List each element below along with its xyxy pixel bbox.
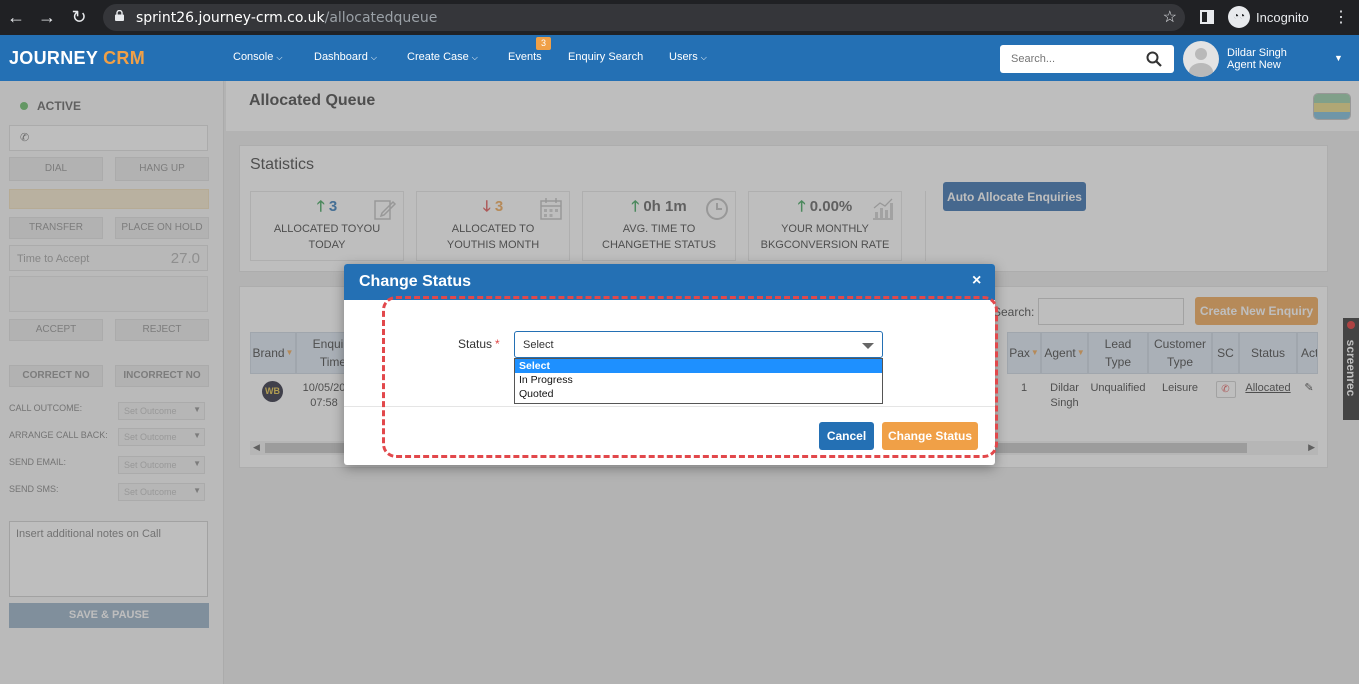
incognito-indicator[interactable]: ◔◔ Incognito xyxy=(1228,6,1309,28)
events-badge: 3 xyxy=(536,37,551,50)
user-role: Agent New xyxy=(1227,59,1281,71)
incognito-icon: ◔◔ xyxy=(1228,6,1250,28)
menu-enquiry-search[interactable]: Enquiry Search xyxy=(568,51,643,63)
highlight-annotation xyxy=(382,296,998,458)
chevron-down-icon: ⌵ xyxy=(370,53,377,62)
address-bar[interactable]: sprint26.journey-crm.co.uk/allocatedqueu… xyxy=(103,4,1185,31)
modal-header: Change Status × xyxy=(344,264,995,300)
menu-dashboard[interactable]: Dashboard ⌵ xyxy=(314,51,377,63)
incognito-label: Incognito xyxy=(1256,9,1309,25)
header-search xyxy=(1000,45,1174,73)
user-name: Dildar Singh xyxy=(1227,47,1287,59)
reload-icon[interactable]: ↻ xyxy=(69,7,89,28)
header-search-input[interactable] xyxy=(1000,45,1140,73)
browser-toolbar: ← → ↻ sprint26.journey-crm.co.uk/allocat… xyxy=(0,0,1359,35)
avatar[interactable] xyxy=(1183,41,1219,77)
menu-console[interactable]: Console ⌵ xyxy=(233,51,282,63)
menu-create-case[interactable]: Create Case ⌵ xyxy=(407,51,478,63)
forward-icon[interactable]: → xyxy=(37,7,57,28)
chevron-down-icon: ⌵ xyxy=(700,53,707,62)
search-icon[interactable] xyxy=(1146,51,1162,67)
close-icon[interactable]: × xyxy=(972,272,981,290)
lock-icon xyxy=(115,10,124,21)
menu-users[interactable]: Users ⌵ xyxy=(669,51,707,63)
chevron-down-icon: ⌵ xyxy=(471,53,478,62)
back-icon[interactable]: ← xyxy=(6,7,26,28)
browser-menu-icon[interactable]: ⋮ xyxy=(1333,7,1349,27)
url-text: sprint26.journey-crm.co.uk/allocatedqueu… xyxy=(136,10,438,26)
menu-events[interactable]: Events xyxy=(508,51,542,63)
user-menu-caret-icon[interactable]: ▼ xyxy=(1334,53,1343,63)
side-panel-icon[interactable] xyxy=(1200,10,1214,24)
chevron-down-icon: ⌵ xyxy=(276,53,283,62)
app-logo[interactable]: JOURNEY CRM xyxy=(9,48,145,69)
bookmark-star-icon[interactable]: ☆ xyxy=(1163,7,1177,27)
user-info[interactable]: Dildar Singh Agent New xyxy=(1227,47,1287,71)
modal-title: Change Status xyxy=(359,273,472,290)
